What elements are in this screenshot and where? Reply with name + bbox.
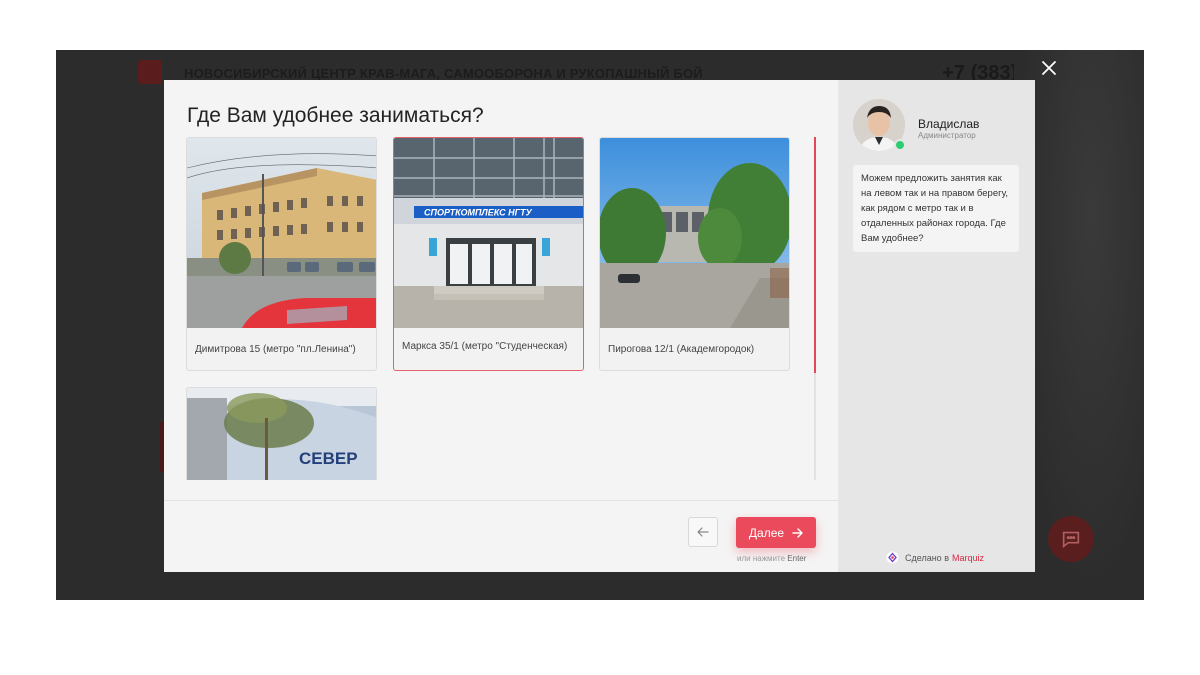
sign-text: СЕВЕР xyxy=(299,449,358,468)
option-label: Димитрова 15 (метро "пл.Ленина") xyxy=(195,344,356,355)
question-title: Где Вам удобнее заниматься? xyxy=(187,104,484,127)
option-label: Пирогова 12/1 (Академгородок) xyxy=(608,344,755,355)
option-dimitrova[interactable]: Димитрова 15 (метро "пл.Ленина") xyxy=(186,137,377,371)
answer-options: Димитрова 15 (метро "пл.Ленина") СПОРТКО… xyxy=(186,137,796,480)
arrow-right-icon xyxy=(792,527,803,538)
quiz-main: Где Вам удобнее заниматься? Димитрова 15… xyxy=(164,80,838,572)
quiz-modal: Где Вам удобнее заниматься? Димитрова 15… xyxy=(164,80,1035,572)
close-icon xyxy=(1042,61,1056,75)
option-sever[interactable]: СЕВЕР xyxy=(186,387,377,480)
next-button-label: Далее xyxy=(748,525,785,540)
option-pirogova[interactable]: Пирогова 12/1 (Академгородок) xyxy=(599,137,790,371)
footer-divider xyxy=(164,500,838,501)
option-photo xyxy=(187,138,376,328)
options-scrollbar[interactable] xyxy=(814,137,816,480)
close-modal-button[interactable] xyxy=(1038,57,1060,79)
sign-text: СПОРТКОМПЛЕКС НГТУ xyxy=(424,208,533,218)
manager-name: Владислав xyxy=(918,117,980,131)
site-logo xyxy=(138,60,162,84)
made-with-marquiz-link[interactable]: Сделано в Marquiz xyxy=(886,551,984,564)
option-photo: СЕВЕР xyxy=(187,388,376,480)
option-photo: СПОРТКОМПЛЕКС НГТУ xyxy=(394,138,583,328)
next-button[interactable]: Далее xyxy=(736,517,816,548)
marquiz-logo-icon xyxy=(886,551,899,564)
option-marksa[interactable]: СПОРТКОМПЛЕКС НГТУ Маркса 35/1 (метро "С… xyxy=(393,137,584,371)
back-button[interactable] xyxy=(688,517,718,547)
option-label: Маркса 35/1 (метро "Студенческая) xyxy=(402,341,568,352)
chat-button[interactable] xyxy=(1048,516,1094,562)
marquiz-brand: Marquiz xyxy=(951,552,984,563)
scrollbar-thumb[interactable] xyxy=(814,137,816,373)
enter-hint: или нажмите Enter xyxy=(737,554,807,563)
manager-message: Можем предложить занятия как на левом та… xyxy=(853,165,1019,252)
online-status-indicator xyxy=(894,139,906,151)
arrow-left-icon xyxy=(697,527,709,537)
made-with-text: Сделано в xyxy=(905,552,949,563)
chat-bubble-icon xyxy=(1062,531,1080,549)
manager-role: Администратор xyxy=(918,131,976,140)
site-title: НОВОСИБИРСКИЙ ЦЕНТР КРАВ-МАГА, САМООБОРО… xyxy=(184,66,703,81)
option-photo xyxy=(600,138,789,328)
consultant-panel: Владислав Администратор Можем предложить… xyxy=(838,80,1035,572)
